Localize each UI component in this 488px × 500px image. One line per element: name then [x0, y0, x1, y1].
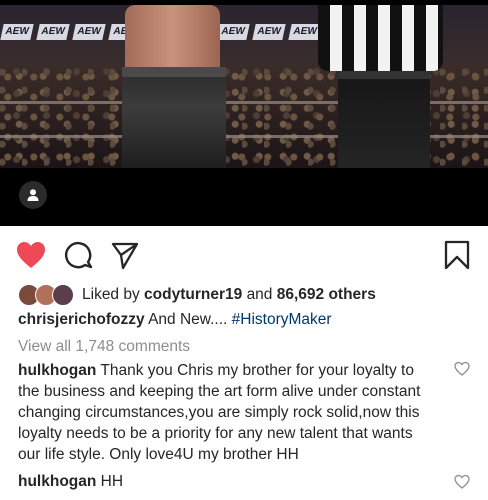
likes-count[interactable]: 86,692 others [277, 286, 376, 304]
likes-summary: Liked by codyturner19 and 86,692 others [18, 284, 376, 306]
banner-logo: AEW [288, 24, 322, 40]
comment-username[interactable]: hulkhogan [18, 473, 96, 490]
comment: hulkhogan HH [18, 471, 438, 492]
like-button[interactable] [14, 238, 48, 272]
liked-by-conjunction: and [246, 286, 273, 303]
post-media[interactable]: AEWAEWAEWAEWAEWAEWAEWAEWAEWAEWAEWAEW [0, 0, 488, 226]
comment-like-heart-icon[interactable] [454, 474, 470, 490]
comment-username[interactable]: hulkhogan [18, 362, 96, 379]
heart-filled-icon [17, 242, 45, 268]
comment-text: HH [100, 473, 124, 490]
share-button[interactable] [108, 238, 142, 272]
save-button[interactable] [440, 238, 474, 272]
avatar [52, 284, 74, 306]
referee-figure [318, 5, 443, 71]
caption-username[interactable]: chrisjerichofozzy [18, 311, 145, 328]
bookmark-icon [444, 240, 470, 270]
wrestler-figure [125, 5, 220, 75]
banner-logo: AEW [72, 24, 106, 40]
post-caption: chrisjerichofozzy And New.... #HistoryMa… [18, 309, 332, 330]
caption-text: And New.... [148, 311, 228, 328]
comment: hulkhogan Thank you Chris my brother for… [18, 360, 438, 465]
banner-logo: AEW [252, 24, 286, 40]
share-icon [111, 242, 139, 270]
banner-logo: AEW [0, 24, 34, 40]
banner-logo: AEW [216, 24, 250, 40]
comment-icon [64, 241, 93, 269]
banner-logo: AEW [36, 24, 70, 40]
caption-hashtag[interactable]: #HistoryMaker [232, 311, 332, 328]
person-icon [27, 189, 39, 201]
liker-username[interactable]: codyturner19 [144, 286, 242, 304]
referee-belt [338, 71, 430, 79]
wrestler-legs [122, 67, 226, 168]
post-photo: AEWAEWAEWAEWAEWAEWAEWAEWAEWAEWAEWAEW [0, 5, 488, 168]
referee-pants [338, 71, 430, 168]
action-bar [0, 236, 488, 276]
tagged-people-button[interactable] [19, 181, 47, 209]
view-all-comments-link[interactable]: View all 1,748 comments [18, 336, 190, 357]
liker-avatars[interactable] [18, 284, 74, 306]
wrestler-belt [122, 67, 226, 77]
liked-by-prefix: Liked by [82, 286, 140, 303]
comment-like-heart-icon[interactable] [454, 361, 470, 377]
comment-button[interactable] [62, 238, 96, 272]
